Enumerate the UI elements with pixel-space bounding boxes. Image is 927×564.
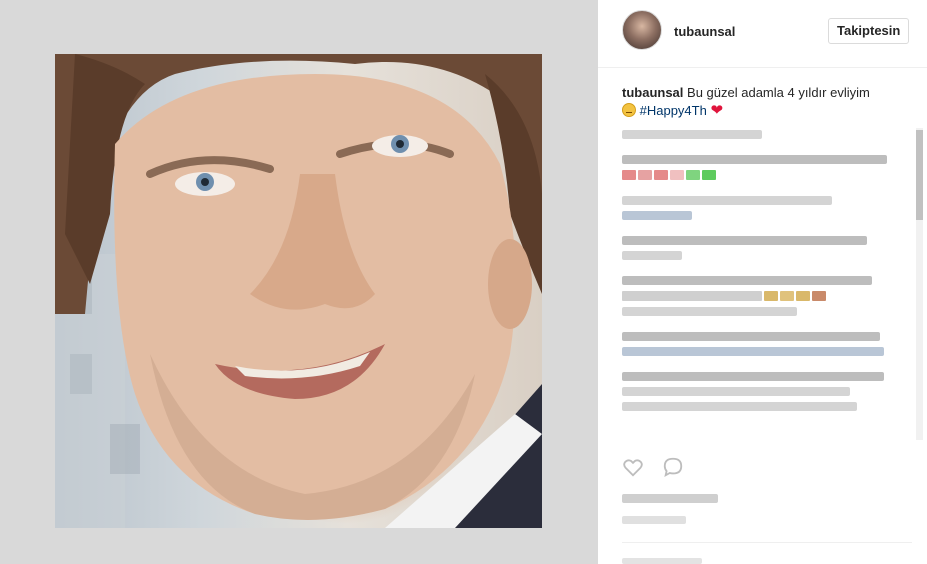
heart-outline-icon[interactable] <box>622 456 644 478</box>
blurred-timestamp <box>622 516 686 524</box>
following-button[interactable]: Takiptesin <box>828 18 910 44</box>
blurred-add-comment <box>622 558 702 564</box>
blurred-comment <box>622 251 682 260</box>
blurred-comment <box>622 347 884 356</box>
scrollbar-thumb[interactable] <box>916 130 923 220</box>
caption: tubaunsal Bu güzel adamla 4 yıldır evliy… <box>622 84 912 120</box>
blurred-comment <box>622 155 887 164</box>
blurred-comment <box>622 211 692 220</box>
comments-scrollbar[interactable] <box>916 128 923 440</box>
blurred-emoji-row <box>622 170 912 180</box>
blurred-comment <box>622 130 762 139</box>
blurred-likes-count <box>622 494 718 503</box>
post-actions <box>622 456 912 480</box>
divider <box>622 542 912 543</box>
avatar[interactable] <box>622 10 662 50</box>
comment-bubble-icon[interactable] <box>662 456 684 478</box>
blurred-comment <box>622 372 884 381</box>
portrait-illustration <box>55 54 542 528</box>
blurred-emoji-row <box>622 291 912 301</box>
caption-username[interactable]: tubaunsal <box>622 85 683 100</box>
blurred-comment <box>622 236 867 245</box>
header-username[interactable]: tubaunsal <box>674 24 735 39</box>
hashtag-link[interactable]: #Happy4Th <box>640 103 707 118</box>
blurred-comment <box>622 332 880 341</box>
caption-text: Bu güzel adamla 4 yıldır evliyim <box>687 85 870 100</box>
media-area <box>0 0 598 564</box>
blurred-comment <box>622 402 857 411</box>
grimacing-face-icon <box>622 103 636 117</box>
blurred-comment <box>622 387 850 396</box>
blurred-comment <box>622 196 832 205</box>
blurred-comment <box>622 276 872 285</box>
post-header: tubaunsal Takiptesin <box>598 0 927 68</box>
comments-list: tubaunsal Bu güzel adamla 4 yıldır evliy… <box>622 84 912 444</box>
post-photo[interactable] <box>55 54 542 528</box>
post-panel: tubaunsal Takiptesin tubaunsal Bu güzel … <box>598 0 927 564</box>
blurred-comment <box>622 307 797 316</box>
red-heart-icon: ❤ <box>710 102 724 119</box>
